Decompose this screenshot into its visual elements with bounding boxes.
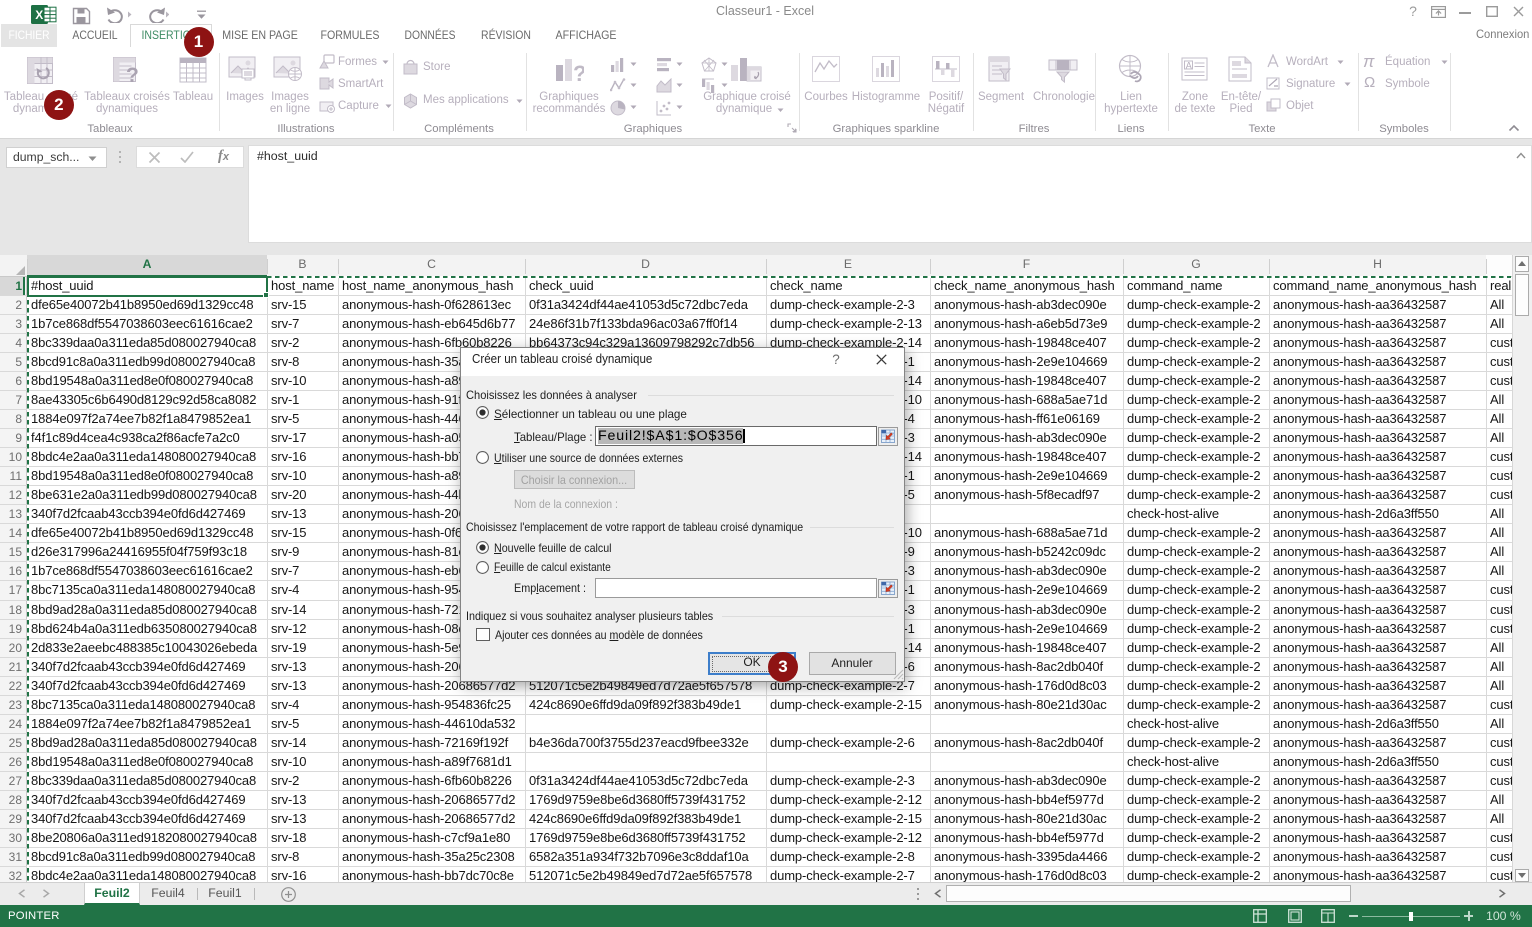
svg-text:?: ? [126,64,139,85]
svg-text:X: X [35,8,43,22]
svg-text:?: ? [573,61,584,85]
svg-text:A: A [1186,61,1192,71]
